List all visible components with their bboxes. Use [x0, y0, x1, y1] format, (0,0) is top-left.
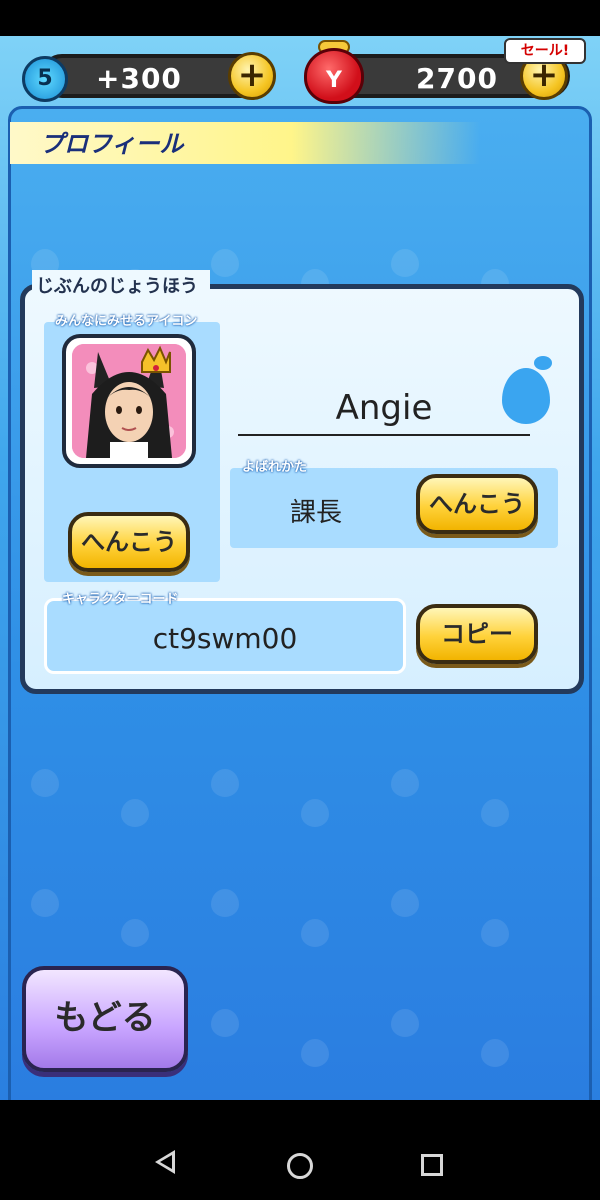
- add-spirit-button[interactable]: +: [228, 52, 276, 100]
- bg-drop-icon: [121, 919, 149, 947]
- player-name: Angie: [335, 388, 433, 428]
- bg-drop-icon: [301, 919, 329, 947]
- avatar-image[interactable]: [72, 344, 186, 458]
- currency-amount: 2700: [416, 62, 498, 95]
- spirit-drop-icon: [502, 368, 550, 424]
- sale-badge[interactable]: セール!: [504, 38, 586, 64]
- page-title: プロフィール: [40, 130, 184, 158]
- bg-drop-icon: [301, 1039, 329, 1067]
- title-section-label: よばれかた: [242, 460, 308, 475]
- bg-drop-icon: [211, 1009, 239, 1037]
- name-underline: [238, 434, 530, 436]
- nav-home-icon[interactable]: [287, 1153, 313, 1179]
- spirit-bonus-text: +300: [96, 62, 182, 95]
- character-code-label: キャラクターコード: [62, 592, 179, 607]
- spirit-drop-icon: 5: [22, 56, 68, 102]
- bg-drop-icon: [391, 769, 419, 797]
- bg-drop-icon: [481, 799, 509, 827]
- currency-bar: 5 +300 + Y 2700 + セール!: [0, 36, 600, 106]
- copy-button[interactable]: コピー: [416, 604, 538, 664]
- avatar-illustration: [72, 344, 186, 458]
- bg-drop-icon: [211, 249, 239, 277]
- change-title-button[interactable]: へんこう: [416, 474, 538, 534]
- nav-back-icon-inner: [160, 1155, 172, 1169]
- nav-recents-icon[interactable]: [421, 1154, 443, 1176]
- android-nav-bar: [0, 1100, 600, 1200]
- bg-drop-icon: [481, 1039, 509, 1067]
- bg-drop-icon: [31, 889, 59, 917]
- bg-drop-icon: [391, 249, 419, 277]
- purse-icon: Y: [304, 48, 364, 104]
- bg-drop-icon: [481, 919, 509, 947]
- bg-drop-icon: [391, 889, 419, 917]
- character-code-value: ct9swm00: [152, 622, 298, 655]
- bg-drop-icon: [31, 769, 59, 797]
- change-icon-button[interactable]: へんこう: [68, 512, 190, 572]
- bg-drop-icon: [211, 889, 239, 917]
- status-bar: [0, 0, 600, 36]
- bg-drop-icon: [391, 1009, 419, 1037]
- profile-card-title: じぶんのじょうほう: [36, 276, 198, 297]
- icon-section-label: みんなにみせるアイコン: [55, 314, 198, 329]
- bg-drop-icon: [211, 769, 239, 797]
- bg-drop-icon: [301, 799, 329, 827]
- player-title: 課長: [290, 498, 343, 528]
- drop-icon-tip: [534, 356, 552, 370]
- back-button[interactable]: もどる: [22, 966, 188, 1072]
- bg-drop-icon: [121, 799, 149, 827]
